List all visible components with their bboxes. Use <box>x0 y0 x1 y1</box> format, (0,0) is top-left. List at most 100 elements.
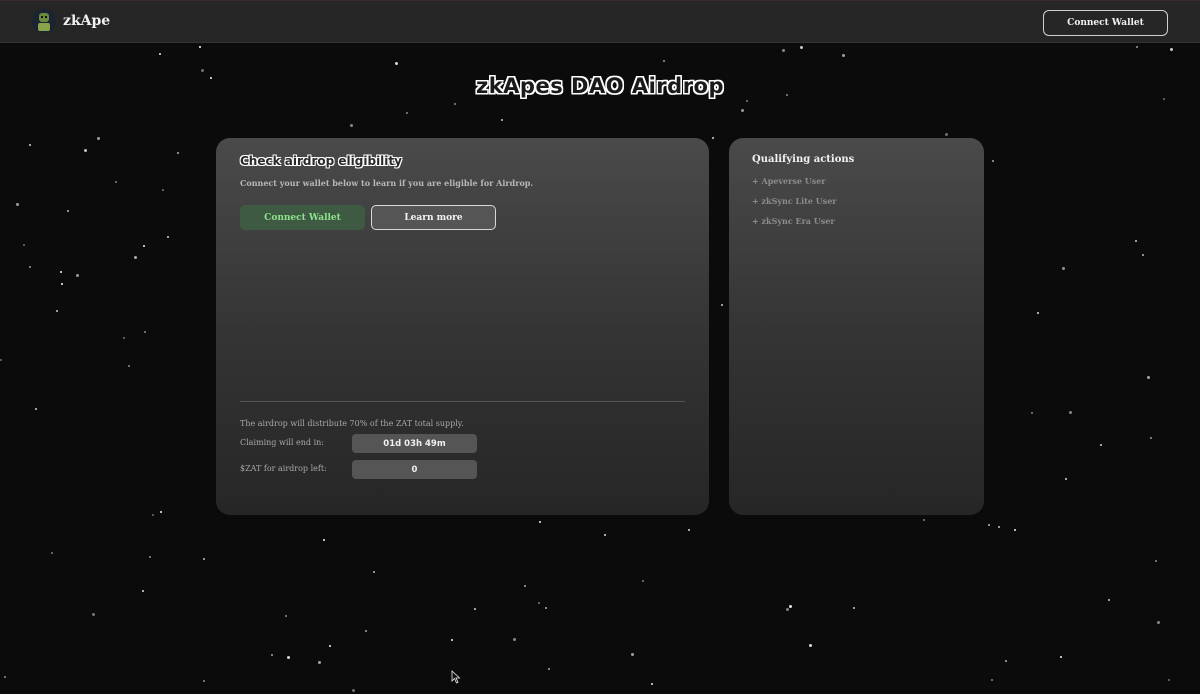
star <box>782 49 785 52</box>
star <box>271 654 273 656</box>
star <box>651 683 653 685</box>
star <box>406 112 408 114</box>
star <box>143 245 145 247</box>
star <box>285 615 287 617</box>
star <box>642 580 644 582</box>
star <box>721 304 723 306</box>
top-navbar: zkApe Connect Wallet <box>0 0 1200 43</box>
star <box>92 613 95 616</box>
star <box>688 529 690 531</box>
star <box>67 210 69 212</box>
star <box>128 365 130 367</box>
star <box>115 181 117 183</box>
connect-wallet-button[interactable]: Connect Wallet <box>240 205 365 230</box>
qualifying-item-apeverse: + Apeverse User <box>752 176 826 186</box>
star <box>809 644 812 647</box>
star <box>84 149 87 152</box>
qualifying-actions-card: Qualifying actions + Apeverse User + zkS… <box>729 138 984 515</box>
star <box>56 310 58 312</box>
star <box>16 203 19 206</box>
star <box>365 630 367 632</box>
star <box>786 608 789 611</box>
star <box>454 103 456 105</box>
star <box>663 60 665 62</box>
star <box>800 46 803 49</box>
star <box>746 100 748 102</box>
star <box>203 680 205 682</box>
star <box>712 137 714 139</box>
qualifying-item-zksync-era: + zkSync Era User <box>752 216 835 226</box>
star <box>23 244 25 246</box>
star <box>60 271 62 273</box>
claim-end-label: Claiming will end in: <box>240 438 324 447</box>
star <box>350 124 353 127</box>
ape-logo-icon <box>32 9 56 33</box>
star <box>201 69 204 72</box>
star <box>329 645 331 647</box>
star <box>1108 599 1110 601</box>
star <box>945 133 948 136</box>
star <box>1147 376 1150 379</box>
star <box>51 552 53 554</box>
star <box>4 676 6 678</box>
star <box>162 189 164 191</box>
star <box>199 46 201 48</box>
header-connect-wallet-button[interactable]: Connect Wallet <box>1043 10 1168 36</box>
star <box>149 556 151 558</box>
star <box>152 514 154 516</box>
star <box>35 408 37 410</box>
star <box>1155 560 1157 562</box>
star <box>1168 679 1170 681</box>
star <box>0 359 2 361</box>
star <box>1150 437 1152 439</box>
eligibility-subtitle: Connect your wallet below to learn if yo… <box>240 178 534 188</box>
star <box>373 571 375 573</box>
star <box>1065 478 1067 480</box>
divider <box>240 401 685 402</box>
qualifying-item-zksync-lite: + zkSync Lite User <box>752 196 837 206</box>
qualifying-title: Qualifying actions <box>752 154 855 165</box>
star <box>631 653 634 656</box>
star <box>451 639 453 641</box>
star <box>76 274 79 277</box>
claim-countdown-value: 01d 03h 49m <box>352 434 477 453</box>
star <box>539 521 541 523</box>
star <box>991 679 993 681</box>
learn-more-button[interactable]: Learn more <box>371 205 496 230</box>
star <box>123 337 125 339</box>
star <box>1037 312 1039 314</box>
star <box>923 519 925 521</box>
star <box>789 605 792 608</box>
star <box>1031 412 1033 414</box>
star <box>134 256 137 259</box>
star <box>1062 267 1065 270</box>
star <box>842 54 845 57</box>
tokens-left-label: $ZAT for airdrop left: <box>240 464 327 473</box>
star <box>741 109 744 112</box>
star <box>352 689 355 692</box>
star <box>1060 656 1062 658</box>
star <box>474 608 476 610</box>
supply-info-text: The airdrop will distribute 70% of the Z… <box>240 419 464 428</box>
star <box>160 511 162 513</box>
star <box>992 160 994 162</box>
star <box>159 53 161 55</box>
star <box>538 602 540 604</box>
star <box>1142 254 1144 256</box>
star <box>1005 660 1007 662</box>
brand-name: zkApe <box>63 13 111 29</box>
star <box>318 661 321 664</box>
star <box>167 236 169 238</box>
star <box>853 607 855 609</box>
mouse-cursor-icon <box>451 670 461 684</box>
star <box>1135 240 1137 242</box>
star <box>395 62 398 65</box>
star <box>501 119 503 121</box>
star <box>1014 529 1016 531</box>
page-title: zkApes DAO Airdrop <box>475 74 725 98</box>
star <box>1170 48 1173 51</box>
star <box>1136 46 1138 48</box>
star <box>323 539 325 541</box>
star <box>998 526 1000 528</box>
logo[interactable]: zkApe <box>32 9 110 33</box>
